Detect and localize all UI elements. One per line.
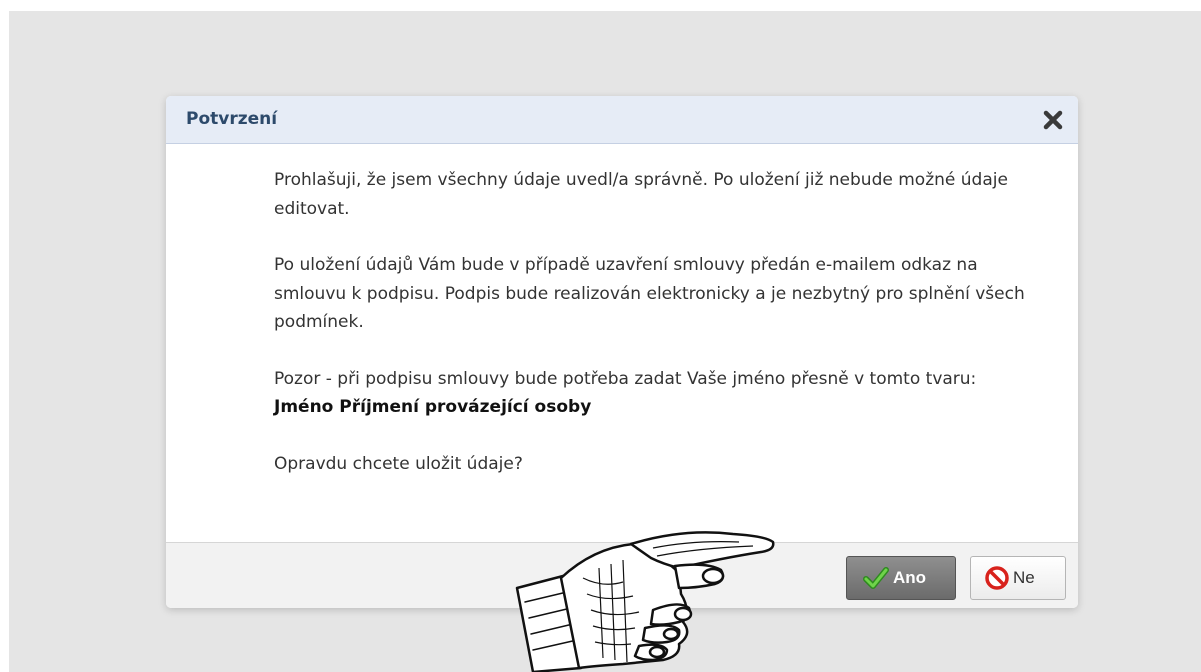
dialog-body: Prohlašuji, že jsem všechny údaje uvedl/…: [274, 166, 1034, 506]
yes-button-label: Ano: [893, 568, 927, 587]
name-warning-text: Pozor - při podpisu smlouvy bude potřeba…: [274, 368, 977, 389]
dialog-header: Potvrzení: [166, 96, 1078, 144]
close-icon: [1043, 110, 1063, 130]
name-warning-paragraph: Pozor - při podpisu smlouvy bude potřeba…: [274, 365, 1034, 422]
no-button-label: Ne: [1013, 568, 1035, 587]
email-info-paragraph: Po uložení údajů Vám bude v případě uzav…: [274, 255, 1025, 332]
confirm-question: Opravdu chcete uložit údaje?: [274, 453, 523, 474]
declaration-paragraph: Prohlašuji, že jsem všechny údaje uvedl/…: [274, 170, 1008, 219]
required-name-format: Jméno Příjmení provázející osoby: [274, 397, 592, 417]
close-button[interactable]: [1042, 107, 1064, 131]
yes-button[interactable]: Ano: [846, 556, 956, 600]
no-entry-icon: [985, 566, 1009, 590]
pointing-hand-icon: [515, 531, 775, 672]
no-button[interactable]: Ne: [970, 556, 1066, 600]
checkmark-icon: [863, 567, 889, 589]
dialog-title: Potvrzení: [186, 109, 278, 129]
